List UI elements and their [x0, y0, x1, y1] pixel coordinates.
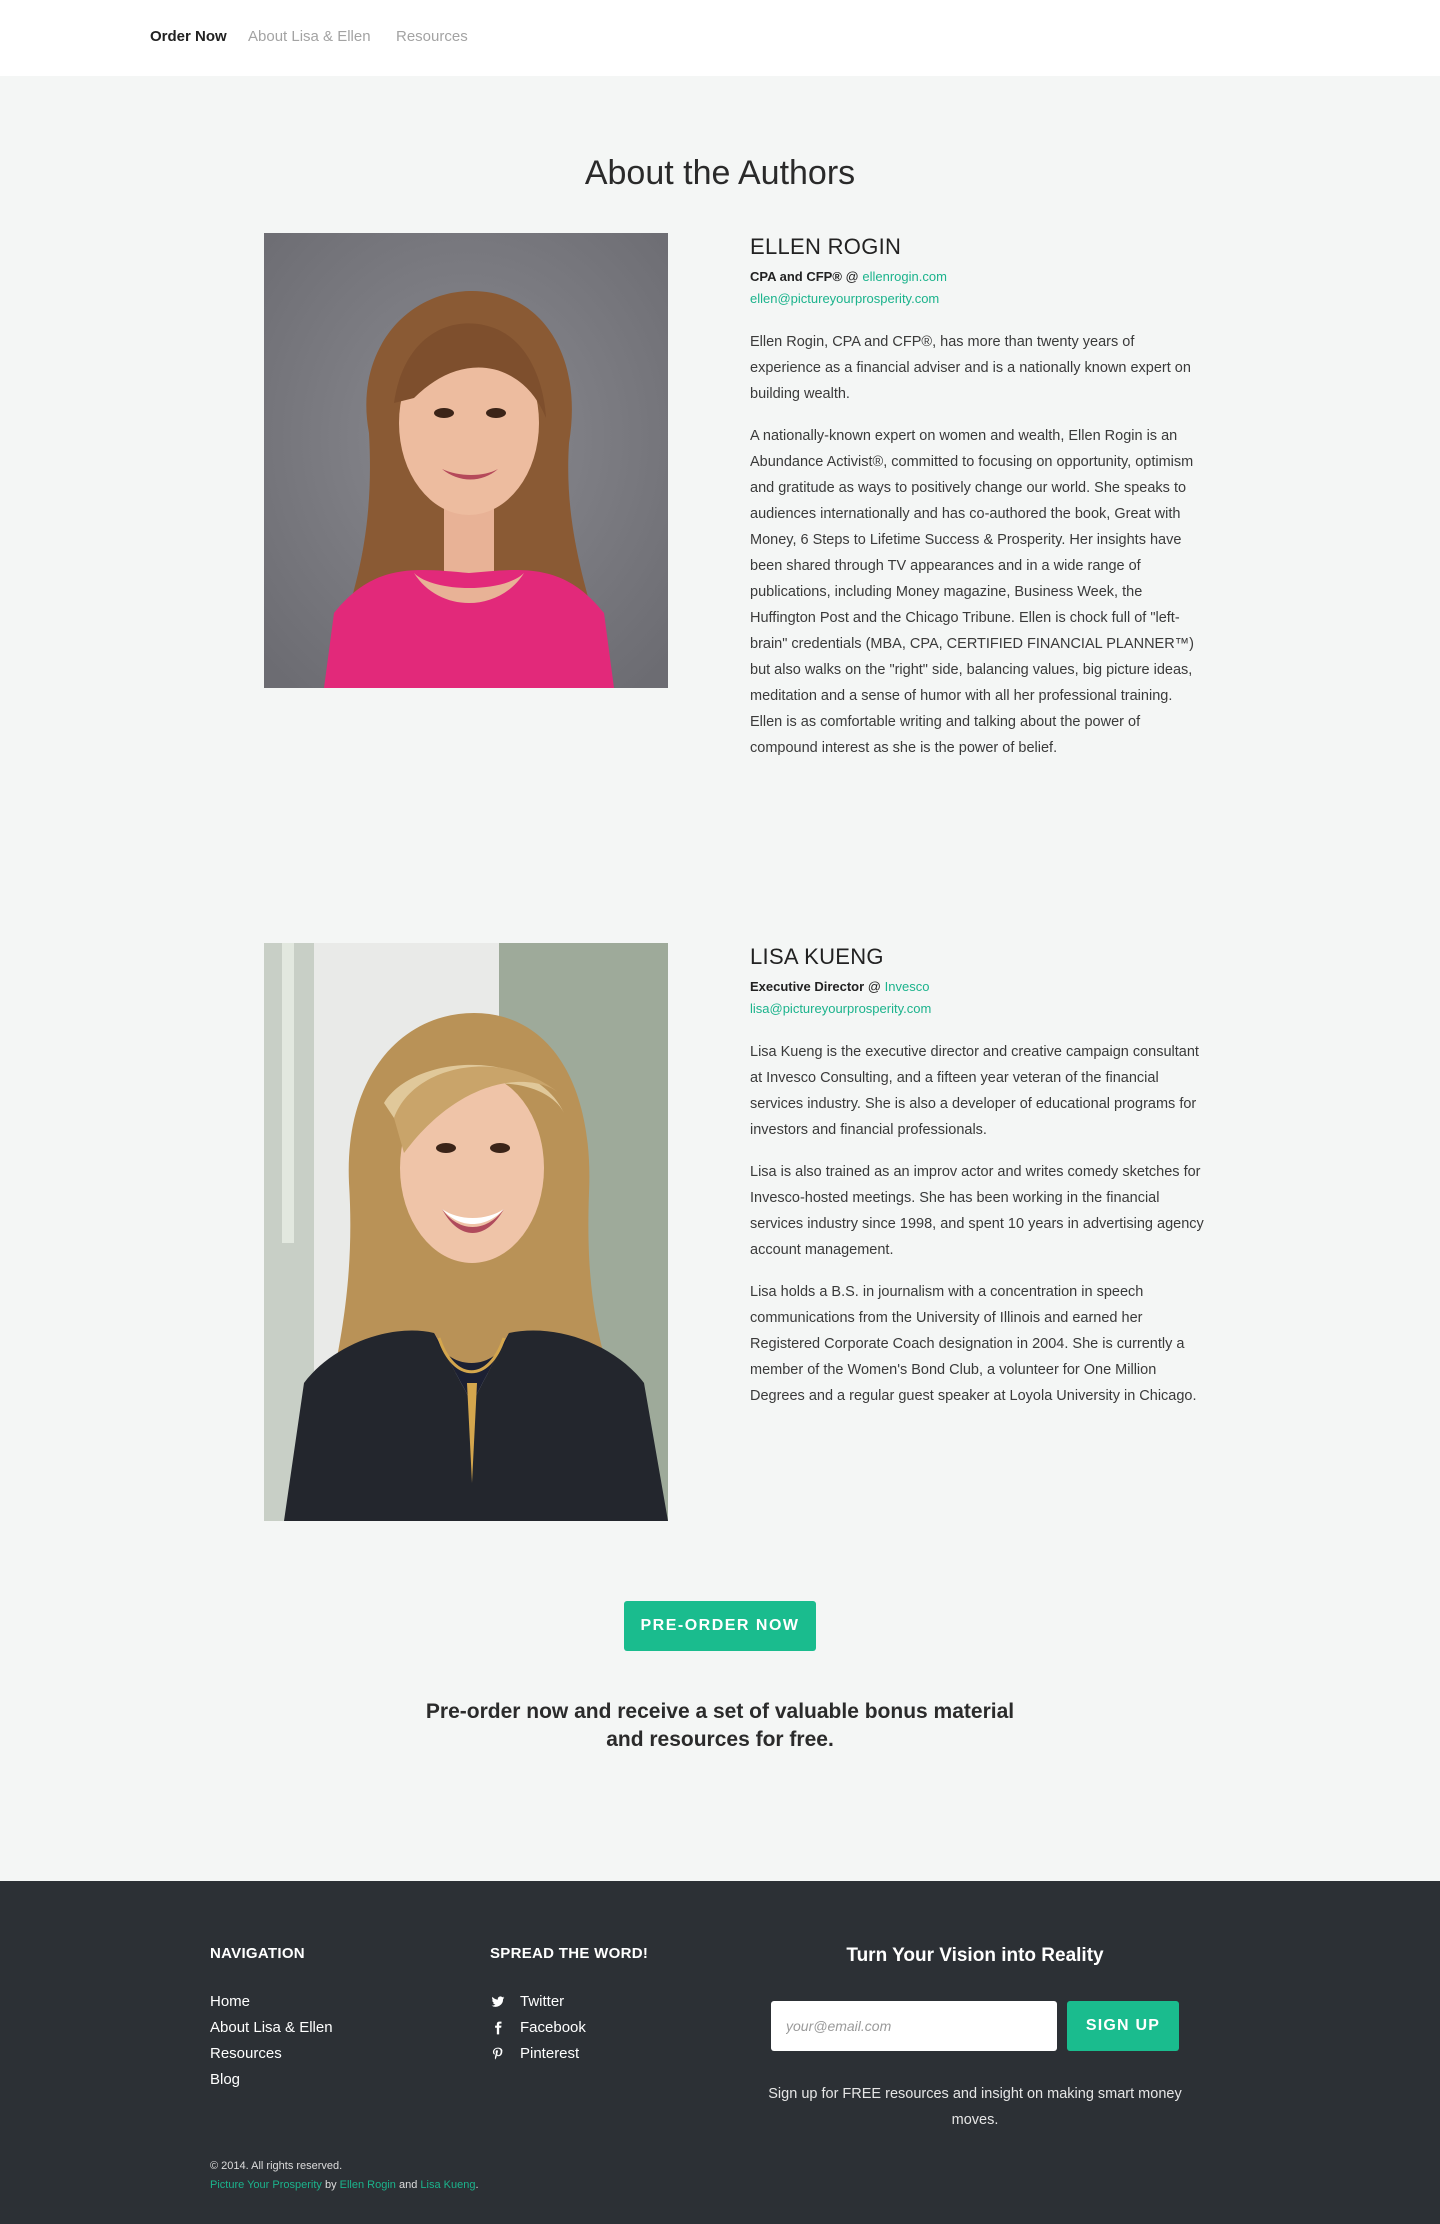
ellen-site-link[interactable]: ellenrogin.com — [862, 269, 947, 284]
ellen-role-line: CPA and CFP® @ ellenrogin.com — [750, 266, 1205, 288]
twitter-icon — [490, 1994, 506, 2010]
footer-nav-about[interactable]: About Lisa & Ellen — [210, 2015, 333, 2041]
lisa-bio-paragraph: Lisa holds a B.S. in journalism with a c… — [750, 1284, 1197, 1404]
credits: Picture Your Prosperity by Ellen Rogin a… — [210, 2176, 479, 2195]
top-nav: Order Now About Lisa & Ellen Resources — [0, 0, 1440, 76]
ellen-email-link[interactable]: ellen@pictureyourprosperity.com — [750, 288, 1205, 310]
nav-order-now[interactable]: Order Now — [150, 28, 227, 45]
share-pinterest-label: Pinterest — [520, 2045, 580, 2062]
lisa-bio-paragraph: Lisa Kueng is the executive director and… — [750, 1044, 1199, 1138]
credit-by: by — [324, 2179, 337, 2191]
credit-site-link[interactable]: Picture Your Prosperity — [210, 2179, 322, 2191]
nav-about[interactable]: About Lisa & Ellen — [248, 28, 371, 45]
lisa-bio: LISA KUENG Executive Director @ Invesco … — [750, 944, 1205, 1425]
lisa-role-line: Executive Director @ Invesco — [750, 976, 1205, 998]
ellen-at: @ — [845, 269, 859, 284]
lisa-name: LISA KUENG — [750, 944, 884, 969]
footer-nav-title: NAVIGATION — [210, 1945, 305, 1962]
ellen-name: ELLEN ROGIN — [750, 234, 902, 259]
ellen-role: CPA and CFP® — [750, 269, 842, 284]
footer-nav-home[interactable]: Home — [210, 1989, 333, 2015]
signup-title: Turn Your Vision into Reality — [846, 1945, 1104, 1966]
share-twitter-label: Twitter — [520, 1993, 565, 2010]
cta-text: Pre-order now and receive a set of valua… — [425, 1700, 1015, 1751]
footer-share-list: Twitter Facebook Pinterest — [490, 1989, 586, 2067]
credit-end: . — [475, 2179, 479, 2191]
signup-note: Sign up for FREE resources and insight o… — [768, 2086, 1182, 2128]
lisa-site-link[interactable]: Invesco — [885, 979, 930, 994]
lisa-photo — [264, 943, 668, 1521]
share-facebook-label: Facebook — [520, 2019, 586, 2036]
footer-share-title: SPREAD THE WORD! — [490, 1945, 649, 1962]
footer-nav-list: Home About Lisa & Ellen Resources Blog — [210, 1989, 333, 2093]
share-pinterest[interactable]: Pinterest — [490, 2041, 586, 2067]
footer: NAVIGATION Home About Lisa & Ellen Resou… — [0, 1881, 1440, 2224]
page-title: About the Authors — [584, 154, 856, 192]
ellen-bio-paragraph: Ellen Rogin, CPA and CFP®, has more than… — [750, 334, 1191, 402]
lisa-at: @ — [867, 979, 881, 994]
nav-resources[interactable]: Resources — [396, 28, 468, 45]
share-facebook[interactable]: Facebook — [490, 2015, 586, 2041]
ellen-photo — [264, 233, 668, 688]
lisa-role: Executive Director — [750, 979, 865, 994]
credit-and: and — [398, 2179, 418, 2191]
lisa-bio-paragraph: Lisa is also trained as an improv actor … — [750, 1164, 1204, 1258]
ellen-bio: ELLEN ROGIN CPA and CFP® @ ellenrogin.co… — [750, 234, 1205, 777]
facebook-icon — [490, 2020, 506, 2036]
footer-nav-resources[interactable]: Resources — [210, 2041, 333, 2067]
footer-nav-blog[interactable]: Blog — [210, 2067, 333, 2093]
share-twitter[interactable]: Twitter — [490, 1989, 586, 2015]
signup-button[interactable]: SIGN UP — [1067, 2001, 1179, 2051]
pinterest-icon — [490, 2046, 506, 2062]
credit-ellen-link[interactable]: Ellen Rogin — [340, 2179, 396, 2191]
signup-email-input[interactable] — [771, 2001, 1057, 2051]
credit-lisa-link[interactable]: Lisa Kueng — [420, 2179, 475, 2191]
lisa-email-link[interactable]: lisa@pictureyourprosperity.com — [750, 998, 1205, 1020]
copyright: © 2014. All rights reserved. — [210, 2160, 343, 2172]
ellen-bio-paragraph: A nationally-known expert on women and w… — [750, 428, 1195, 756]
pre-order-button[interactable]: PRE-ORDER NOW — [624, 1601, 816, 1651]
